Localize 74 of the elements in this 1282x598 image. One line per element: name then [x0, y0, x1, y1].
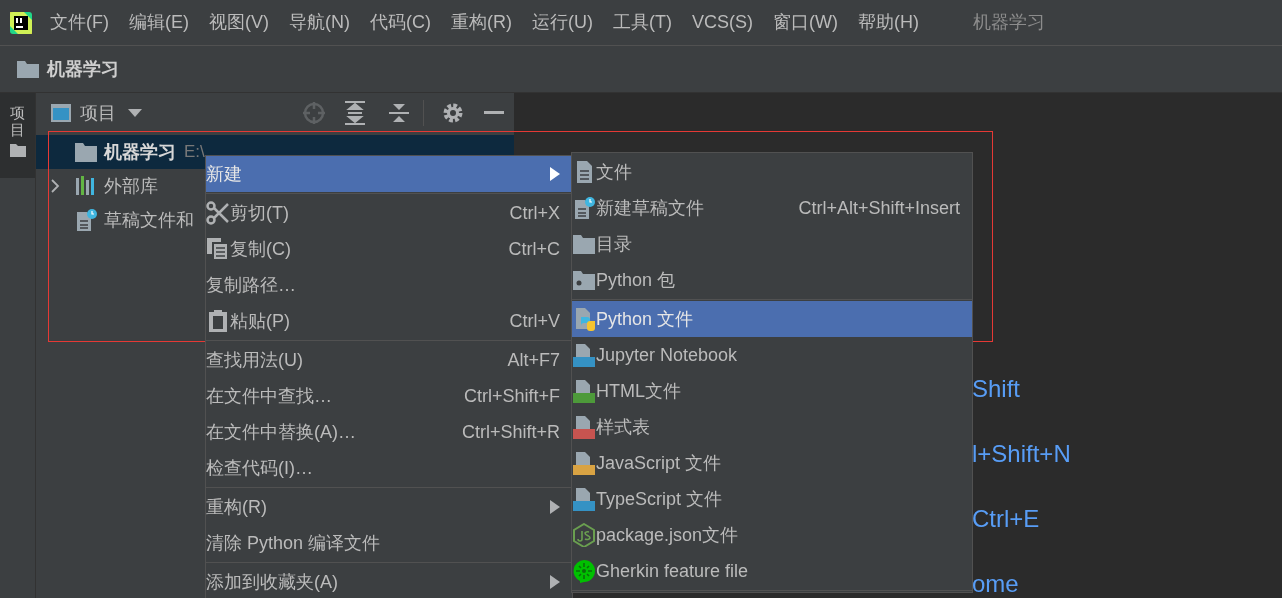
menu-item[interactable]: 复制(C) Ctrl+C — [206, 231, 572, 267]
menu-item[interactable]: 运行(U) — [532, 9, 593, 36]
hexagon-icon — [572, 523, 596, 547]
shortcut-label: Alt+F7 — [507, 348, 560, 372]
menu-item[interactable]: 清除 Python 编译文件 — [206, 525, 572, 561]
project-title: 机器学习 — [972, 11, 1045, 34]
menu-item[interactable]: 在文件中替换(A)… Ctrl+Shift+R — [206, 414, 572, 450]
shortcut-label: Ctrl+X — [509, 201, 560, 225]
shortcut-hint: Ctrl+E — [972, 505, 1041, 532]
menu-item[interactable]: VCS(S) — [691, 9, 753, 36]
menu-item[interactable]: HTML文件 — [572, 373, 972, 409]
menu-item[interactable]: Jupyter Notebook — [572, 337, 972, 373]
menu-item[interactable]: 在文件中查找… Ctrl+Shift+F — [206, 378, 572, 414]
js-file-icon — [572, 451, 596, 475]
menu-item[interactable]: 代码(C) — [370, 9, 431, 36]
menu-item[interactable]: 文件(F) — [50, 9, 109, 36]
html-file-icon — [572, 379, 596, 403]
path-label: E:\ — [184, 141, 205, 164]
scissors-icon — [206, 201, 230, 225]
dropdown-caret-icon[interactable] — [128, 109, 142, 117]
expand-all-icon[interactable] — [345, 101, 365, 125]
scratch-file-icon — [74, 208, 98, 232]
menu-item[interactable]: 检查代码(I)… — [206, 450, 572, 486]
shortcut-label: Ctrl+Alt+Shift+Insert — [798, 196, 960, 220]
menu-item[interactable]: 剪切(T) Ctrl+X — [206, 195, 572, 231]
menu-item[interactable]: 工具(T) — [613, 9, 672, 36]
menu-item[interactable]: 重构(R) — [451, 9, 512, 36]
menu-item[interactable]: 文件 — [572, 154, 972, 190]
menu-item[interactable]: 复制路径… — [206, 267, 572, 303]
menu-item[interactable]: 查找用法(U) Alt+F7 — [206, 342, 572, 378]
menu-item[interactable]: 新建草稿文件 Ctrl+Alt+Shift+Insert — [572, 190, 972, 226]
tree-item-label: 草稿文件和 — [104, 208, 194, 232]
minimize-icon[interactable] — [484, 111, 504, 115]
notebook-file-icon — [572, 343, 596, 367]
folder-icon — [17, 60, 39, 78]
shortcut-label: Ctrl+Shift+R — [461, 420, 560, 444]
collapse-all-icon[interactable] — [389, 102, 409, 124]
shortcut-label: Ctrl+V — [509, 309, 560, 333]
folder-icon — [9, 144, 26, 157]
folder-icon — [74, 140, 98, 164]
app-logo-icon — [10, 11, 32, 34]
menu-item[interactable]: Python 包 — [572, 262, 972, 298]
menu-item[interactable]: 粘贴(P) Ctrl+V — [206, 303, 572, 339]
menu-item[interactable]: 样式表 — [572, 409, 972, 445]
shortcut-hint: Shift — [972, 375, 1022, 402]
menu-item[interactable]: Gherkin feature file — [572, 553, 972, 589]
tree-item-label: 机器学习 — [104, 140, 176, 164]
menu-item[interactable]: 窗口(W) — [773, 9, 838, 36]
menu-item[interactable]: 重构(R) — [206, 489, 572, 525]
cucumber-icon — [572, 559, 596, 583]
menu-item[interactable]: JavaScript 文件 — [572, 445, 972, 481]
menu-item[interactable]: Python 文件 — [572, 301, 972, 337]
shortcut-label: Ctrl+Shift+F — [463, 384, 560, 408]
menu-item[interactable]: 目录 — [572, 226, 972, 262]
css-file-icon — [572, 415, 596, 439]
menu-item[interactable]: 新建 — [206, 156, 572, 192]
menu-item[interactable]: 视图(V) — [209, 9, 269, 36]
menu-item[interactable]: package.json文件 — [572, 517, 972, 553]
shortcut-label: Ctrl+C — [508, 237, 560, 261]
project-tool-tab[interactable]: 项目 — [0, 93, 35, 178]
menu-item[interactable]: TypeScript 文件 — [572, 481, 972, 517]
menu-item[interactable]: 编辑(E) — [129, 9, 189, 36]
shortcut-hint: l+Shift+N — [972, 440, 1071, 467]
menu-item[interactable]: 导航(N) — [289, 9, 350, 36]
menu-item[interactable]: 添加到收藏夹(A) — [206, 564, 572, 598]
breadcrumb-item[interactable]: 机器学习 — [47, 55, 119, 83]
panel-title: 项目 — [80, 101, 116, 125]
folder-icon — [572, 232, 596, 256]
ts-file-icon — [572, 487, 596, 511]
menu-item[interactable]: 帮助(H) — [857, 9, 919, 36]
project-view-icon — [50, 103, 72, 123]
shortcut-hint: ome — [972, 570, 1020, 597]
settings-icon[interactable] — [442, 102, 464, 124]
tree-item-label: 外部库 — [104, 174, 158, 198]
